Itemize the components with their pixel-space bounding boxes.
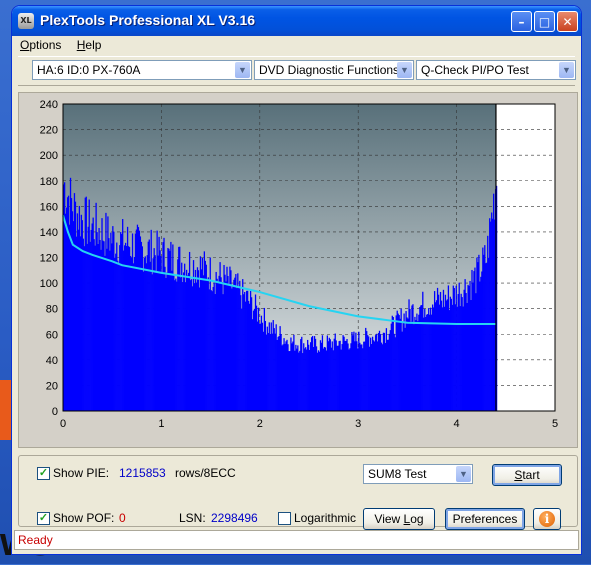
y-tick-label: 0	[52, 406, 58, 418]
x-tick-label: 1	[158, 418, 164, 430]
function-select[interactable]: DVD Diagnostic Functions ▼	[254, 60, 414, 80]
preferences-button[interactable]: Preferences	[445, 508, 525, 530]
x-tick-label: 4	[454, 418, 460, 430]
app-window: XL PlexTools Professional XL V3.16 – □ ✕…	[12, 6, 581, 554]
sum-test-select-value: SUM8 Test	[368, 467, 427, 481]
start-button-label: tart	[522, 468, 540, 482]
status-bar: Ready	[14, 530, 579, 550]
toolbar: HA:6 ID:0 PX-760A ▼ DVD Diagnostic Funct…	[18, 56, 576, 86]
y-tick-label: 120	[40, 253, 58, 265]
start-button[interactable]: Start	[492, 464, 562, 486]
minimize-icon: –	[518, 15, 525, 29]
view-log-label: View	[374, 512, 404, 526]
pof-value: 0	[119, 511, 126, 525]
x-tick-label: 5	[552, 418, 558, 430]
close-button[interactable]: ✕	[557, 11, 578, 32]
y-tick-label: 80	[46, 304, 58, 316]
function-select-value: DVD Diagnostic Functions	[259, 63, 400, 77]
menu-options[interactable]: Options	[14, 37, 67, 53]
chevron-down-icon: ▼	[456, 466, 471, 482]
checkmark-icon: ✓	[38, 512, 49, 524]
view-log-button[interactable]: View Log	[363, 508, 435, 530]
pi-chart: 0 20 40 60 80 100 120 140 160 180 200 220 240 0 1 2 3 4 5	[40, 99, 558, 430]
app-icon: XL	[18, 13, 34, 29]
chevron-down-icon: ▼	[559, 62, 574, 78]
y-tick-label: 60	[46, 329, 58, 341]
menu-bar: Options Help	[14, 37, 579, 55]
drive-select[interactable]: HA:6 ID:0 PX-760A ▼	[32, 60, 252, 80]
y-tick-label: 220	[40, 125, 58, 137]
maximize-button[interactable]: □	[534, 11, 555, 32]
controls-panel: ✓ Show PIE: 1215853 rows/8ECC SUM8 Test …	[18, 455, 578, 530]
title-bar[interactable]: XL PlexTools Professional XL V3.16 – □ ✕	[12, 6, 581, 36]
lsn-label: LSN:	[179, 511, 206, 525]
y-tick-label: 180	[40, 176, 58, 188]
pie-value: 1215853	[119, 466, 166, 480]
status-text: Ready	[18, 533, 53, 547]
show-pof-checkbox[interactable]: ✓	[37, 512, 50, 525]
window-title: PlexTools Professional XL V3.16	[40, 12, 256, 28]
info-button[interactable]: i	[533, 508, 561, 530]
y-tick-label: 160	[40, 201, 58, 213]
x-tick-label: 0	[60, 418, 66, 430]
test-select[interactable]: Q-Check PI/PO Test ▼	[416, 60, 576, 80]
show-pie-label: Show PIE:	[53, 466, 110, 480]
show-pof-label: Show POF:	[53, 511, 115, 525]
lsn-value: 2298496	[211, 511, 258, 525]
chevron-down-icon: ▼	[397, 62, 412, 78]
checkmark-icon: ✓	[38, 467, 49, 479]
info-icon: i	[539, 511, 555, 527]
minimize-button[interactable]: –	[511, 11, 532, 32]
chart-panel: 0 20 40 60 80 100 120 140 160 180 200 220 240 0 1 2 3 4 5	[18, 92, 578, 448]
chevron-down-icon: ▼	[235, 62, 250, 78]
y-tick-label: 200	[40, 150, 58, 162]
y-tick-label: 100	[40, 278, 58, 290]
logarithmic-checkbox[interactable]	[278, 512, 291, 525]
sum-test-select[interactable]: SUM8 Test ▼	[363, 464, 473, 484]
drive-select-value: HA:6 ID:0 PX-760A	[37, 63, 141, 77]
y-tick-label: 240	[40, 99, 58, 111]
close-icon: ✕	[562, 15, 573, 29]
y-tick-label: 20	[46, 380, 58, 392]
test-select-value: Q-Check PI/PO Test	[421, 63, 529, 77]
preferences-button-label: Preferences	[452, 512, 518, 526]
show-pie-checkbox[interactable]: ✓	[37, 467, 50, 480]
y-tick-label: 40	[46, 355, 58, 367]
x-tick-label: 2	[257, 418, 263, 430]
logarithmic-label: Logarithmic	[294, 511, 357, 525]
pie-unit: rows/8ECC	[175, 466, 236, 480]
y-tick-label: 140	[40, 227, 58, 239]
maximize-icon: □	[538, 15, 551, 29]
menu-help[interactable]: Help	[71, 37, 108, 53]
x-tick-label: 3	[355, 418, 361, 430]
